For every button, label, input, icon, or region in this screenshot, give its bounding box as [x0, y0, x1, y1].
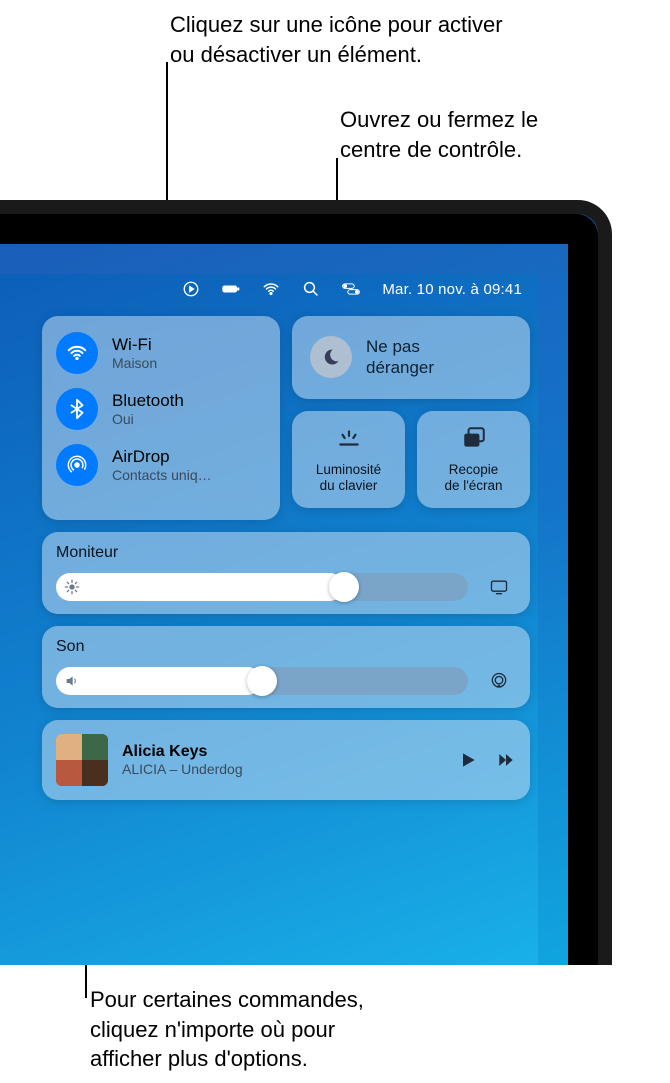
now-playing-text: Alicia Keys ALICIA – Underdog	[122, 743, 444, 777]
screen-mirroring-label: Recopie de l'écran	[444, 462, 502, 494]
display-brightness-card[interactable]: Moniteur	[42, 532, 530, 614]
help-callout-toggle-icon: Cliquez sur une icône pour activer ou dé…	[170, 10, 503, 69]
wifi-title: Wi-Fi	[112, 335, 157, 355]
sound-card[interactable]: Son	[42, 626, 530, 708]
now-playing-card[interactable]: Alicia Keys ALICIA – Underdog	[42, 720, 530, 800]
display-slider-knob[interactable]	[329, 572, 359, 602]
screen-bezel: Mar. 10 nov. à 09:41 Wi-Fi Maison	[0, 214, 598, 965]
desktop-screen: Mar. 10 nov. à 09:41 Wi-Fi Maison	[0, 274, 538, 965]
do-not-disturb-card[interactable]: Ne pas déranger	[292, 316, 530, 399]
screen-mirroring-icon	[461, 425, 487, 456]
control-center-panel: Wi-Fi Maison Bluetooth Oui	[42, 316, 530, 800]
control-center-menubar-icon[interactable]	[342, 280, 360, 298]
control-center-top-grid: Wi-Fi Maison Bluetooth Oui	[42, 316, 530, 520]
right-column: Ne pas déranger Luminosité du clavier	[292, 316, 530, 508]
wifi-icon[interactable]	[56, 332, 98, 374]
now-playing-track: ALICIA – Underdog	[122, 761, 444, 777]
bluetooth-title: Bluetooth	[112, 391, 184, 411]
bluetooth-text: Bluetooth Oui	[112, 391, 184, 427]
wifi-menubar-icon[interactable]	[262, 280, 280, 298]
airdrop-toggle[interactable]: AirDrop Contacts uniq…	[56, 444, 266, 486]
airdrop-text: AirDrop Contacts uniq…	[112, 447, 212, 483]
small-cards-grid: Luminosité du clavier Recopie de l'écran	[292, 411, 530, 508]
screen-mirroring-card[interactable]: Recopie de l'écran	[417, 411, 530, 508]
menubar: Mar. 10 nov. à 09:41	[0, 274, 538, 304]
bluetooth-icon[interactable]	[56, 388, 98, 430]
display-slider-row	[56, 572, 516, 602]
bluetooth-toggle[interactable]: Bluetooth Oui	[56, 388, 266, 430]
wifi-subtitle: Maison	[112, 355, 157, 371]
help-callout-open-close: Ouvrez ou fermez le centre de contrôle.	[340, 105, 538, 164]
spotlight-search-icon[interactable]	[302, 280, 320, 298]
sound-volume-slider[interactable]	[56, 667, 468, 695]
sound-title: Son	[56, 638, 516, 656]
display-title: Moniteur	[56, 544, 516, 562]
moon-icon[interactable]	[310, 336, 352, 378]
dnd-label: Ne pas déranger	[366, 336, 434, 379]
now-playing-menubar-icon[interactable]	[182, 280, 200, 298]
next-track-button[interactable]	[496, 750, 516, 770]
airdrop-icon[interactable]	[56, 444, 98, 486]
now-playing-artist: Alicia Keys	[122, 743, 444, 761]
bluetooth-subtitle: Oui	[112, 411, 184, 427]
album-art	[56, 734, 108, 786]
airdrop-title: AirDrop	[112, 447, 212, 467]
keyboard-brightness-label: Luminosité du clavier	[316, 462, 381, 494]
wifi-text: Wi-Fi Maison	[112, 335, 157, 371]
keyboard-brightness-card[interactable]: Luminosité du clavier	[292, 411, 405, 508]
sound-slider-row	[56, 666, 516, 696]
sun-icon	[64, 579, 80, 595]
airplay-audio-button[interactable]	[482, 666, 516, 696]
help-callout-more-options: Pour certaines commandes, cliquez n'impo…	[90, 985, 364, 1074]
sound-slider-knob[interactable]	[247, 666, 277, 696]
display-brightness-slider[interactable]	[56, 573, 468, 601]
display-options-button[interactable]	[482, 572, 516, 602]
airdrop-subtitle: Contacts uniq…	[112, 467, 212, 483]
play-button[interactable]	[458, 750, 478, 770]
playback-controls	[458, 750, 516, 770]
speaker-icon	[64, 673, 80, 689]
connectivity-card[interactable]: Wi-Fi Maison Bluetooth Oui	[42, 316, 280, 520]
laptop-frame: Mar. 10 nov. à 09:41 Wi-Fi Maison	[0, 200, 612, 965]
battery-icon[interactable]	[222, 280, 240, 298]
wifi-toggle[interactable]: Wi-Fi Maison	[56, 332, 266, 374]
menubar-datetime[interactable]: Mar. 10 nov. à 09:41	[382, 281, 522, 298]
keyboard-brightness-icon	[336, 425, 362, 456]
